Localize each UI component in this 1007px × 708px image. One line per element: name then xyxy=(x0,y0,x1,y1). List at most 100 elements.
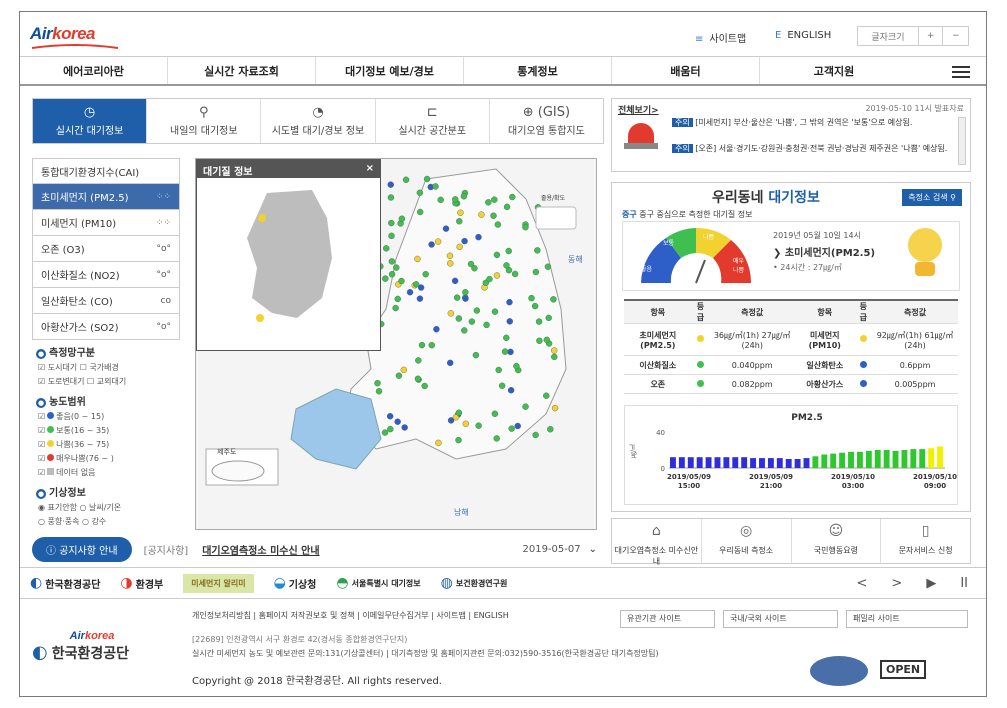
sitemap-link[interactable]: ≡ 사이트맵 xyxy=(695,30,746,45)
chart-bar xyxy=(848,451,854,468)
partner-keco[interactable]: ◐ 한국환경공단 xyxy=(30,575,100,591)
range-option-nodata[interactable]: ☑ 데이터 없음 xyxy=(32,466,180,480)
partner-label: 서울특별시 대기정보 xyxy=(351,578,421,588)
siren-icon xyxy=(620,117,662,163)
range-option-good[interactable]: ☑ 좋음(0 ~ 15) xyxy=(32,410,180,424)
notice-title[interactable]: 대기오염측정소 미수신 안내 xyxy=(202,542,319,557)
bullet-icon: ● xyxy=(36,398,46,408)
partner-dust-alert[interactable]: 미세먼지 알리미 xyxy=(183,573,254,593)
sidebar-item-pm25[interactable]: 초미세먼지 (PM2.5) ⁘⁘ xyxy=(32,184,180,210)
sidebar-item-label: 아황산가스 (SO2) xyxy=(41,323,119,334)
domestic-sites-select[interactable]: 국내/국외 사이트 xyxy=(723,610,838,628)
range-option-normal[interactable]: ☑ 보통(16 ~ 35) xyxy=(32,424,180,438)
weather-option[interactable]: ○ 풍향·풍속 ○ 강수 xyxy=(32,515,180,529)
chart-bar xyxy=(767,458,774,468)
station-marker xyxy=(456,218,463,225)
footer-links[interactable]: 개인정보처리방침 | 홈페이지 저작권보호 및 정책 | 이메일무단수집거부 |… xyxy=(192,610,509,621)
alert-item[interactable]: 주의 [오존] 서울·경기도·강원권·충청권·전북 권남·경남권 제주권은 '나… xyxy=(672,143,957,167)
station-marker xyxy=(398,277,405,285)
location-icon: ⚲ xyxy=(199,105,209,120)
nav-forecast[interactable]: 대기정보 예보/경보 xyxy=(316,57,464,84)
airkorea-logo[interactable]: Airkorea xyxy=(30,24,130,50)
sidebar-item-no2[interactable]: 이산화질소 (NO2) °o° xyxy=(32,262,180,288)
tab-gis[interactable]: ⊕ (GIS) 대기오염 통합지도 xyxy=(490,99,603,143)
sidebar-item-label: 통합대기환경지수(CAI) xyxy=(41,167,140,179)
alert-item[interactable]: 주의 [미세먼지] 부산·울산은 '나쁨', 그 밖의 권역은 '보통'으로 예… xyxy=(672,117,957,143)
station-marker xyxy=(386,413,394,420)
me-logo-icon: ◑ xyxy=(120,575,133,591)
nav-about[interactable]: 에어코리아란 xyxy=(20,57,168,84)
local-title-b: 대기정보 xyxy=(768,190,820,206)
tab-spatial[interactable]: ⊏ 실시간 공간분포 xyxy=(376,99,490,143)
network-option[interactable]: ☑ 도시대기 ☐ 국가배경 xyxy=(32,361,180,375)
font-increase-button[interactable]: + xyxy=(919,27,944,45)
next-button[interactable]: > xyxy=(891,576,902,591)
page-frame: Airkorea ≡ 사이트맵 E ENGLISH 글자크기 + − 에어코리아란 … xyxy=(19,11,987,697)
tab-sido[interactable]: ◔ 시도별 대기/경보 정보 xyxy=(261,99,376,143)
station-marker xyxy=(483,321,490,329)
nav-support[interactable]: 고객지원 xyxy=(760,57,908,84)
font-decrease-button[interactable]: − xyxy=(943,27,968,45)
service-guide[interactable]: ☺ 국민행동요령 xyxy=(792,519,882,563)
close-icon[interactable]: × xyxy=(366,163,374,175)
nav-statistics[interactable]: 통계정보 xyxy=(464,57,612,84)
family-sites-select[interactable]: 패밀리 사이트 xyxy=(846,610,968,628)
cell: 36㎍/㎥(1h) 27㎍/㎥(24h) xyxy=(709,323,796,356)
english-link[interactable]: E ENGLISH xyxy=(775,30,831,41)
footer-address: [22689] 인천광역시 서구 환경로 42(경서동 종합환경연구단지) xyxy=(192,635,408,644)
play-button[interactable]: ▶ xyxy=(926,576,936,591)
service-unreceived[interactable]: ⌂ 대기오염측정소 미수신안내 xyxy=(612,519,702,566)
station-marker xyxy=(381,429,389,436)
station-search-button[interactable]: 측정소 검색 ⚲ xyxy=(902,189,962,206)
station-marker xyxy=(421,382,428,390)
partner-seoul[interactable]: ◓ 서울특별시 대기정보 xyxy=(336,575,420,591)
nav-learning[interactable]: 배움터 xyxy=(612,57,760,84)
menu-icon[interactable] xyxy=(952,66,970,78)
view-all-link[interactable]: 전체보기> xyxy=(618,103,659,116)
station-marker xyxy=(442,225,450,232)
air-quality-map[interactable]: 제주도 동해 남해 줄용/확도 대기질 정보 × xyxy=(195,158,597,530)
station-marker xyxy=(387,425,394,433)
nav-realtime[interactable]: 실시간 자료조회 xyxy=(168,57,316,84)
tab-realtime[interactable]: ◷ 실시간 대기정보 xyxy=(33,99,148,143)
network-option[interactable]: ☑ 도로변대기 ☐ 교외대기 xyxy=(32,375,180,389)
x-tick-label: 2019/05/10 xyxy=(831,473,875,481)
range-option-verybad[interactable]: ☑ 매우나쁨(76 ~ ) xyxy=(32,452,180,466)
station-marker xyxy=(383,245,390,252)
section-title: 측정망구분 xyxy=(49,348,95,359)
partner-me[interactable]: ◑ 환경부 xyxy=(120,575,163,591)
sitemap-label: 사이트맵 xyxy=(709,34,747,45)
alert-time: 2019-05-10 11시 발표자료 xyxy=(865,104,964,113)
service-sms[interactable]: ▯ 문자서비스 신청 xyxy=(881,519,970,563)
station-marker xyxy=(375,388,383,395)
chevron-down-icon[interactable]: ⌄ xyxy=(589,544,597,555)
sidebar-item-pm10[interactable]: 미세먼지 (PM10) ⁘⁘ xyxy=(32,210,180,236)
pause-button[interactable]: II xyxy=(960,576,968,591)
chart-bar xyxy=(803,458,810,468)
molecule-icon: °o° xyxy=(156,269,171,280)
station-marker xyxy=(493,272,501,279)
partner-kma[interactable]: ◒ 기상청 xyxy=(274,575,317,591)
range-option-bad[interactable]: ☑ 나쁨(36 ~ 75) xyxy=(32,438,180,452)
sidebar-item-co[interactable]: 일산화탄소 (CO) co xyxy=(32,288,180,314)
related-sites-select[interactable]: 유관기관 사이트 xyxy=(620,610,715,628)
notice-button[interactable]: ⓘ 공지사항 안내 xyxy=(32,536,132,562)
station-marker xyxy=(528,294,535,302)
pm25-chart-svg: PM2.5㎍/㎥0402019/05/0915:002019/05/0921:0… xyxy=(629,413,957,490)
sidebar-item-o3[interactable]: 오존 (O3) °o° xyxy=(32,236,180,262)
x-tick-label: 21:00 xyxy=(760,482,782,490)
partner-label: 환경부 xyxy=(135,579,164,591)
service-station[interactable]: ◎ 우리동네 측정소 xyxy=(702,519,792,563)
tab-tomorrow[interactable]: ⚲ 내일의 대기정보 xyxy=(147,99,262,143)
prev-button[interactable]: < xyxy=(857,576,868,591)
weather-option[interactable]: ◉ 표기안함 ○ 날씨/기온 xyxy=(32,501,180,515)
alert-scrollbar[interactable] xyxy=(958,117,966,165)
sidebar-item-cai[interactable]: 통합대기환경지수(CAI) xyxy=(32,158,180,184)
partner-institute[interactable]: ◍ 보건환경연구원 xyxy=(441,575,508,591)
compass-icon: ◔ xyxy=(312,105,324,120)
station-marker xyxy=(418,341,426,349)
measure-datetime: 2019년 05월 10일 14시 xyxy=(773,231,861,240)
sidebar-item-so2[interactable]: 아황산가스 (SO2) °o° xyxy=(32,314,180,340)
station-marker xyxy=(462,295,469,302)
x-tick-label: 2019/05/10 xyxy=(913,473,957,481)
